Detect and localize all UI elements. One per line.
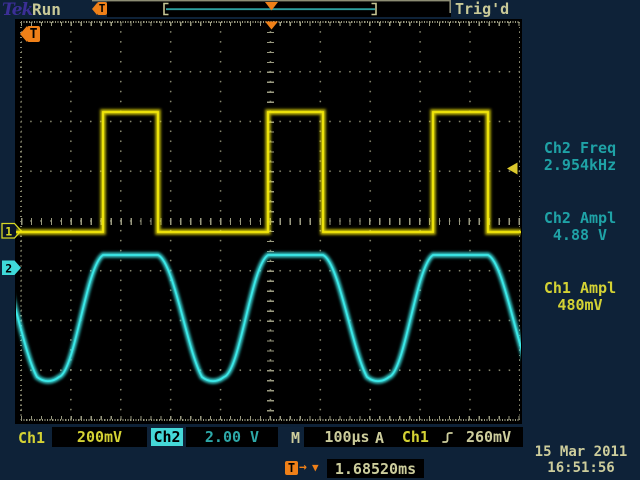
oscilloscope-display: Tek Run Trig'd bbox=[0, 0, 640, 480]
trigger-level-value: 260mV bbox=[466, 428, 511, 446]
record-bar-trigger-icon-label: T bbox=[99, 3, 106, 14]
ch1-scale-readout: 200mV bbox=[52, 427, 147, 447]
record-bar-frame-top bbox=[92, 0, 451, 1]
trigger-readout: Ch1 260mV bbox=[390, 427, 523, 447]
horizontal-position-value: 1.68520ms bbox=[335, 460, 416, 478]
trigger-level-marker bbox=[507, 163, 518, 175]
measurement-label: Ch1 Ampl bbox=[522, 280, 638, 297]
hpos-trigger-icon-label: T bbox=[288, 462, 295, 474]
record-bar-trigger-icon: T bbox=[97, 2, 107, 15]
date-display: 15 Mar 2011 bbox=[524, 444, 638, 460]
measurement-value: 4.88 V bbox=[522, 227, 638, 244]
trigger-type-label: A bbox=[375, 429, 384, 447]
ch2-scale-readout: 2.00 V bbox=[186, 427, 278, 447]
horizontal-position-readout: 1.68520ms bbox=[327, 459, 424, 478]
ch1-label: Ch1 bbox=[18, 429, 45, 447]
offscreen-trigger-marker: T bbox=[27, 26, 40, 42]
hpos-trigger-icon: T bbox=[285, 461, 298, 475]
hpos-arrow-icon: → bbox=[299, 460, 307, 475]
hpos-marker-icon: ▼ bbox=[312, 461, 319, 474]
measurement-ch2-freq: Ch2 Freq 2.954kHz bbox=[522, 140, 638, 174]
ch2-scale-value: 2.00 V bbox=[205, 428, 259, 446]
measurement-label: Ch2 Freq bbox=[522, 140, 638, 157]
offscreen-trigger-marker-label: T bbox=[30, 28, 38, 41]
ch2-label-selected: Ch2 bbox=[151, 428, 183, 446]
timebase-value: 100µs bbox=[324, 428, 369, 446]
record-view-bar bbox=[92, 0, 451, 15]
record-bar-frame-right bbox=[449, 0, 451, 13]
time-display: 16:51:56 bbox=[524, 460, 638, 476]
datetime-display: 15 Mar 2011 16:51:56 bbox=[524, 444, 638, 476]
ch1-trace bbox=[16, 112, 521, 232]
measurement-value: 480mV bbox=[522, 297, 638, 314]
ch2-marker-label: 2 bbox=[5, 261, 12, 275]
ch1-scale-value: 200mV bbox=[77, 428, 122, 446]
trigger-source: Ch1 bbox=[402, 428, 429, 446]
measurement-label: Ch2 Ampl bbox=[522, 210, 638, 227]
ch2-trace bbox=[0, 255, 598, 381]
measurement-value: 2.954kHz bbox=[522, 157, 638, 174]
rising-edge-icon bbox=[442, 431, 453, 444]
timebase-label: M bbox=[291, 429, 300, 447]
ch1-marker-label: 1 bbox=[5, 224, 12, 238]
ch2-ground-marker: 2 bbox=[2, 261, 21, 276]
measurement-ch1-ampl: Ch1 Ampl 480mV bbox=[522, 280, 638, 314]
horizontal-position-marker bbox=[265, 22, 278, 30]
measurement-ch2-ampl: Ch2 Ampl 4.88 V bbox=[522, 210, 638, 244]
